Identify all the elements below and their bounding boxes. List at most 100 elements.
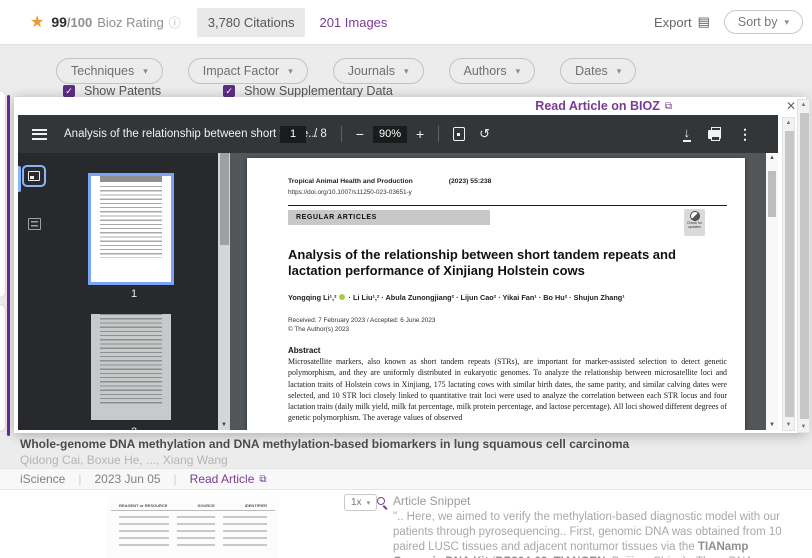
page-2-label: 2 [50, 426, 218, 430]
scroll-down-icon[interactable]: ▼ [218, 422, 230, 428]
zoom-out-icon[interactable]: − [356, 126, 364, 142]
pdf-viewer: Analysis of the relationship between sho… [18, 115, 778, 430]
page-2-thumbnail[interactable] [91, 314, 177, 420]
article-snippet-section: REAGENT or RESOURCE SOURCE IDENTIFIER 1x… [0, 490, 812, 558]
figure-col-header: IDENTIFIER [245, 503, 267, 508]
page-scrollbar[interactable]: ▲ ▼ [797, 99, 810, 433]
meta-separator: | [174, 472, 177, 486]
abstract-heading: Abstract [288, 346, 320, 355]
thumb-title-lines [100, 176, 162, 182]
chevron-down-icon: ▾ [404, 66, 409, 77]
pdf-thumbnail-panel: 1 2 [50, 153, 218, 430]
journal-name: Tropical Animal Health and Production [288, 178, 413, 185]
pdf-view-scrollbar[interactable]: ▲ ▼ [766, 153, 778, 430]
thumbnail-panel-scrollbar[interactable]: ▼ [218, 153, 230, 430]
check-for-updates-badge[interactable]: Check for updates [684, 209, 705, 236]
fit-to-page-icon[interactable] [453, 127, 465, 141]
modal-scrollbar[interactable]: ▲ ▼ [782, 117, 795, 431]
background-card-edge [0, 304, 6, 432]
scroll-down-icon[interactable]: ▼ [783, 422, 794, 428]
filter-label: Dates [575, 64, 608, 78]
scrollbar-thumb[interactable] [800, 113, 809, 419]
chevron-down-icon: ▾ [784, 17, 789, 28]
article-authors: Yongqing Li¹,² · Li Liu¹,² · Abula Zunon… [288, 293, 625, 302]
snippet-zoom-select[interactable]: 1x ▾ [344, 494, 377, 511]
figure-thumbnail[interactable]: REAGENT or RESOURCE SOURCE IDENTIFIER [107, 497, 279, 558]
filter-journals[interactable]: Journals ▾ [333, 58, 424, 84]
sort-by-dropdown[interactable]: Sort by ▾ [724, 10, 803, 34]
thumb-text-lines [100, 186, 162, 258]
download-icon[interactable]: ↓ [683, 127, 692, 142]
selected-card-accent-bar [7, 95, 10, 436]
chevron-down-icon: ▾ [288, 66, 293, 77]
scrollbar-thumb[interactable] [220, 153, 229, 245]
zoom-value: 1x [351, 497, 362, 508]
page-1-thumbnail[interactable] [91, 176, 177, 282]
journal-header-line: Tropical Animal Health and Production (2… [288, 178, 491, 185]
show-supplementary-checkbox[interactable]: ✓ Show Supplementary Data [223, 84, 393, 98]
filter-label: Authors [464, 64, 507, 78]
more-options-icon[interactable]: ⋮ [738, 126, 752, 143]
figure-col-header: REAGENT or RESOURCE [119, 503, 167, 508]
tab-citations[interactable]: 3,780 Citations [197, 8, 306, 37]
article-page-1: Tropical Animal Health and Production (2… [247, 158, 745, 430]
rotate-icon[interactable]: ↺ [479, 126, 490, 142]
page-number-input[interactable] [280, 126, 306, 143]
figure-row [119, 523, 267, 525]
print-icon[interactable] [708, 130, 721, 139]
meta-separator: | [78, 472, 81, 486]
rating-denominator: /100 [67, 15, 92, 30]
scrollbar-thumb[interactable] [768, 171, 776, 217]
pdf-page-view: Tropical Animal Health and Production (2… [230, 153, 766, 430]
received-accepted-line: Received: 7 February 2023 / Accepted: 6 … [288, 317, 435, 324]
bioz-product-page: ★ 99 /100 Bioz Rating ⓘ 3,780 Citations … [0, 0, 812, 558]
background-card-edge [0, 90, 6, 298]
scroll-up-icon[interactable]: ▲ [783, 120, 794, 126]
chevron-down-icon: ▾ [617, 66, 622, 77]
toolbar-divider [341, 126, 342, 142]
pdf-body: 1 2 ▼ Tropical Animal [18, 153, 778, 430]
scroll-down-icon[interactable]: ▼ [798, 424, 809, 430]
thumbnails-view-button[interactable] [22, 165, 46, 187]
rating-score: 99 [51, 14, 67, 30]
figure-row [119, 516, 267, 518]
section-tag: REGULAR ARTICLES [288, 210, 490, 225]
first-author: Yongqing Li¹,² [288, 293, 337, 302]
show-patents-checkbox[interactable]: ✓ Show Patents [63, 84, 161, 98]
outline-view-button[interactable] [22, 213, 46, 235]
citation-title[interactable]: Whole-genome DNA methylation and DNA met… [20, 437, 782, 451]
citation-authors: Qidong Cai, Boxue He, ..., Xiang Wang [20, 453, 228, 467]
citation-journal: iScience [20, 472, 65, 486]
tab-images[interactable]: 201 Images [319, 15, 387, 30]
zoom-level-input[interactable] [373, 126, 407, 143]
filter-techniques[interactable]: Techniques ▾ [56, 58, 163, 84]
filter-bar: Techniques ▾ Impact Factor ▾ Journals ▾ … [56, 58, 636, 84]
article-preview-modal: Read Article on BIOZ ⧉ ✕ Analysis of the… [14, 97, 806, 433]
filter-dates[interactable]: Dates ▾ [560, 58, 636, 84]
pdf-sidebar-rail [18, 153, 50, 430]
search-icon[interactable] [377, 497, 385, 505]
export-button[interactable]: Export ▤ [654, 14, 710, 30]
filter-label: Techniques [71, 64, 134, 78]
figure-col-header: SOURCE [198, 503, 215, 508]
read-article-link[interactable]: Read Article ⧉ [190, 472, 267, 486]
pdf-page-zoom-controls: / 8 − + ↺ [280, 115, 490, 153]
checkbox-checked-icon: ✓ [223, 85, 235, 97]
scroll-up-icon[interactable]: ▲ [766, 155, 778, 161]
figure-row [119, 544, 267, 546]
scroll-up-icon[interactable]: ▲ [798, 102, 809, 108]
filter-label: Journals [348, 64, 395, 78]
figure-row [119, 530, 267, 532]
info-icon[interactable]: ⓘ [169, 14, 181, 31]
zoom-in-icon[interactable]: + [416, 126, 424, 142]
filter-authors[interactable]: Authors ▾ [449, 58, 536, 84]
show-supplementary-label: Show Supplementary Data [244, 84, 393, 98]
scroll-down-icon[interactable]: ▼ [766, 422, 778, 428]
chevron-down-icon: ▾ [516, 66, 521, 77]
close-icon[interactable]: ✕ [786, 99, 796, 113]
top-bar: ★ 99 /100 Bioz Rating ⓘ 3,780 Citations … [0, 0, 812, 45]
menu-hamburger-icon[interactable] [32, 129, 47, 140]
filter-impact-factor[interactable]: Impact Factor ▾ [188, 58, 308, 84]
read-article-on-bioz-link[interactable]: Read Article on BIOZ ⧉ [535, 99, 672, 113]
scrollbar-thumb[interactable] [785, 131, 794, 417]
